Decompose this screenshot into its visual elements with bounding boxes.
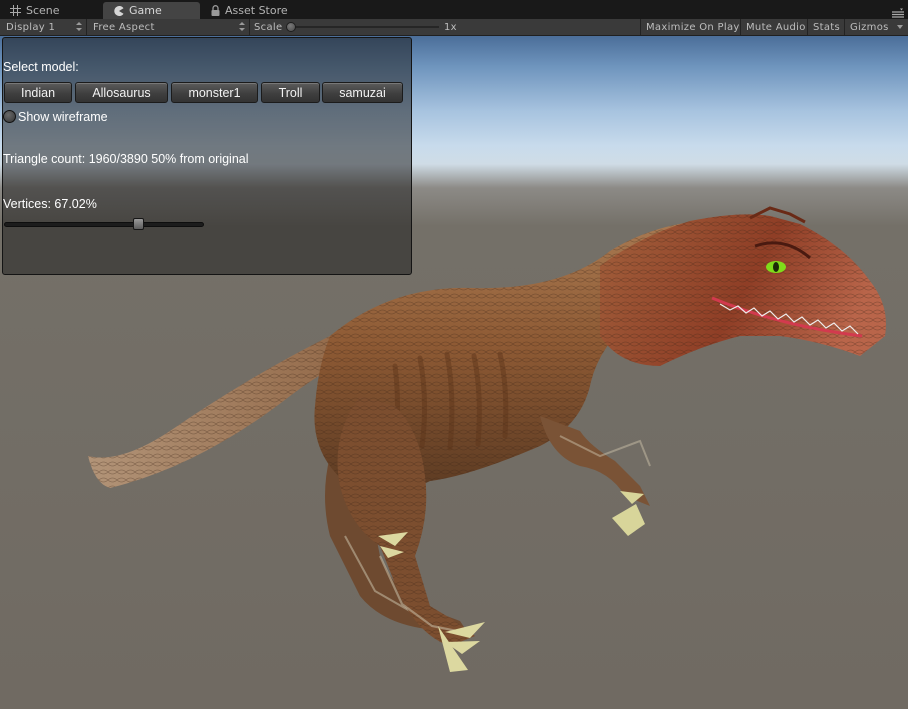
mute-audio-toggle[interactable]: Mute Audio xyxy=(740,19,812,35)
model-settings-panel: Select model: Indian Allosaurus monster1… xyxy=(2,37,412,275)
model-button-indian[interactable]: Indian xyxy=(4,82,72,103)
maximize-on-play-toggle[interactable]: Maximize On Play xyxy=(640,19,746,35)
vertices-label: Vertices: 67.02% xyxy=(3,197,97,211)
triangle-count-text: Triangle count: 1960/3890 50% from origi… xyxy=(3,152,249,166)
game-view-toolbar: Display 1 Free Aspect Scale 1x Maximize … xyxy=(0,19,908,36)
updown-arrows-icon xyxy=(239,22,245,32)
model-button-troll[interactable]: Troll xyxy=(261,82,320,103)
tab-scene[interactable]: Scene xyxy=(0,2,98,19)
vertices-slider-thumb[interactable] xyxy=(132,218,144,230)
scale-slider-track[interactable] xyxy=(291,26,439,28)
model-button-monster1[interactable]: monster1 xyxy=(171,82,258,103)
tab-label: Game xyxy=(129,4,162,17)
stats-toggle[interactable]: Stats xyxy=(807,19,846,35)
display-dropdown[interactable]: Display 1 xyxy=(0,19,86,35)
scale-slider-thumb[interactable] xyxy=(286,22,296,32)
model-button-allosaurus[interactable]: Allosaurus xyxy=(75,82,168,103)
tab-menu-icon[interactable] xyxy=(892,4,904,18)
model-button-samuzai[interactable]: samuzai xyxy=(322,82,403,103)
dropdown-arrow-icon xyxy=(897,25,903,29)
scale-label: Scale xyxy=(254,21,283,33)
select-model-label: Select model: xyxy=(3,60,79,74)
tab-game[interactable]: Game xyxy=(103,2,200,19)
show-wireframe-label: Show wireframe xyxy=(18,110,108,124)
tab-label: Scene xyxy=(26,4,60,17)
editor-tab-bar: Scene Game Asset Store xyxy=(0,0,908,19)
tab-asset-store[interactable]: Asset Store xyxy=(201,2,311,19)
aspect-dropdown-label: Free Aspect xyxy=(93,21,155,33)
vertices-slider-track[interactable] xyxy=(4,222,204,227)
display-dropdown-label: Display 1 xyxy=(6,21,56,33)
show-wireframe-toggle[interactable] xyxy=(3,110,16,123)
gizmos-dropdown[interactable]: Gizmos xyxy=(844,19,908,35)
lock-icon xyxy=(211,5,220,16)
tab-label: Asset Store xyxy=(225,4,288,17)
scale-value: 1x xyxy=(444,21,457,33)
pacman-icon xyxy=(114,5,124,16)
aspect-dropdown[interactable]: Free Aspect xyxy=(87,19,249,35)
gizmos-label: Gizmos xyxy=(850,21,889,33)
updown-arrows-icon xyxy=(76,22,82,32)
grid-icon xyxy=(10,5,21,16)
